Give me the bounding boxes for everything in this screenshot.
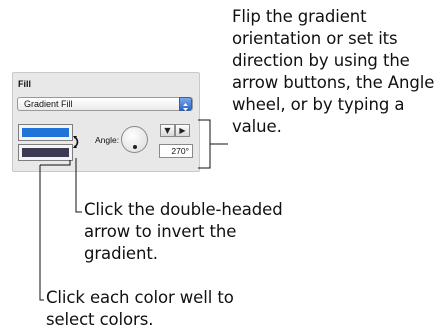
- callout-leader-lines: [39, 119, 228, 301]
